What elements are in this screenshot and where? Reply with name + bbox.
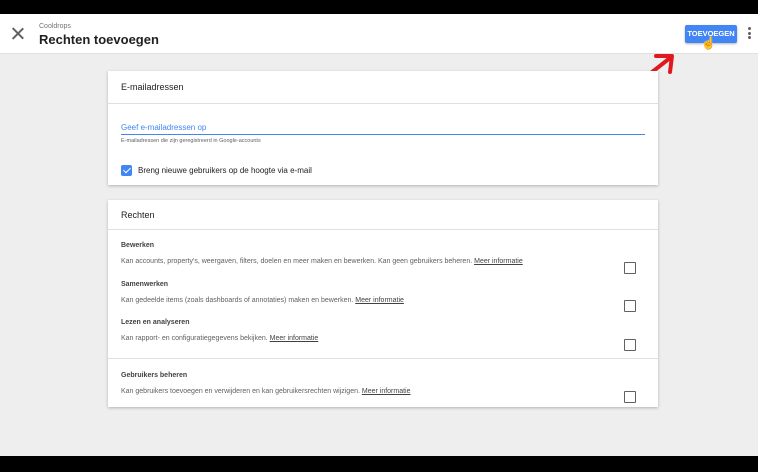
top-bar: Cooldrops Rechten toevoegen TOEVOEGEN ☝ xyxy=(0,14,758,54)
email-helper-text: E-mailadressen die zijn geregistreerd in… xyxy=(121,138,261,144)
permission-title: Lezen en analyseren xyxy=(121,319,190,326)
email-input[interactable] xyxy=(121,121,645,135)
permission-manage-users: Gebruikers beheren Kan gebruikers toevoe… xyxy=(121,372,645,395)
permission-collaborate: Samenwerken Kan gedeelde items (zoals da… xyxy=(121,281,645,304)
close-icon[interactable] xyxy=(10,26,26,42)
notify-option[interactable]: Breng nieuwe gebruikers op de hoogte via… xyxy=(121,164,312,176)
permission-read-analyze: Lezen en analyseren Kan rapport- en conf… xyxy=(121,319,645,342)
permission-read-analyze-checkbox[interactable] xyxy=(624,339,636,351)
email-card: E-mailadressen E-mailadressen die zijn g… xyxy=(108,71,658,185)
permission-description: Kan gedeelde items (zoals dashboards of … xyxy=(121,297,404,304)
permission-description: Kan gebruikers toevoegen en verwijderen … xyxy=(121,388,411,395)
permission-edit: Bewerken Kan accounts, property's, weerg… xyxy=(121,242,645,265)
permissions-card: Rechten Bewerken Kan accounts, property'… xyxy=(108,200,658,407)
more-info-link[interactable]: Meer informatie xyxy=(270,335,319,342)
more-info-link[interactable]: Meer informatie xyxy=(355,297,404,304)
permissions-card-heading: Rechten xyxy=(108,200,658,230)
more-info-link[interactable]: Meer informatie xyxy=(474,258,523,265)
more-info-link[interactable]: Meer informatie xyxy=(362,388,411,395)
permission-manage-users-checkbox[interactable] xyxy=(624,391,636,403)
permission-title: Samenwerken xyxy=(121,281,169,288)
permission-title: Gebruikers beheren xyxy=(121,372,188,379)
permission-description: Kan rapport- en configuratiegegevens bek… xyxy=(121,335,319,342)
notify-checkbox[interactable] xyxy=(121,164,132,176)
permission-description: Kan accounts, property's, weergaven, fil… xyxy=(121,258,523,265)
more-options-icon[interactable] xyxy=(748,27,752,41)
hand-cursor-icon: ☝ xyxy=(701,36,716,50)
permission-collaborate-checkbox[interactable] xyxy=(624,300,636,312)
notify-label: Breng nieuwe gebruikers op de hoogte via… xyxy=(138,165,312,175)
page-title: Rechten toevoegen xyxy=(39,32,159,47)
permission-edit-checkbox[interactable] xyxy=(624,262,636,274)
divider xyxy=(108,358,658,359)
permission-title: Bewerken xyxy=(121,242,155,249)
account-name: Cooldrops xyxy=(39,23,71,30)
app-screen: Cooldrops Rechten toevoegen TOEVOEGEN ☝ … xyxy=(0,14,758,456)
email-card-heading: E-mailadressen xyxy=(108,71,658,104)
